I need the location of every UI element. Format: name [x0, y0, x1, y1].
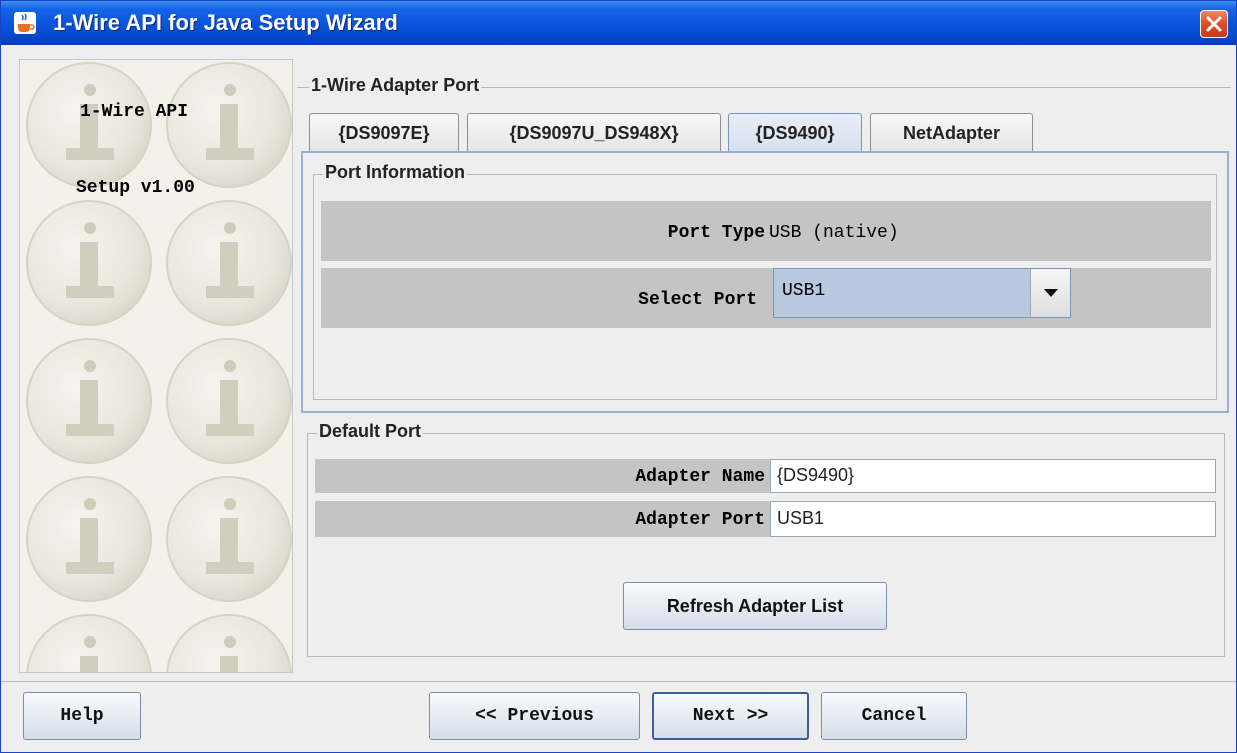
adapter-port-title: 1-Wire Adapter Port: [309, 75, 482, 96]
title-bar[interactable]: 1-Wire API for Java Setup Wizard: [1, 1, 1236, 45]
info-coin-icon: [166, 338, 292, 464]
info-coin-icon: [166, 476, 292, 602]
info-coin-icon: [26, 62, 152, 188]
adapter-port-field[interactable]: USB1: [770, 501, 1216, 537]
select-port-dropdown[interactable]: USB1: [773, 268, 1071, 318]
tab-ds9097e[interactable]: {DS9097E}: [309, 113, 459, 153]
triangle-down-icon: [1043, 289, 1058, 297]
adapter-name-field[interactable]: {DS9490}: [770, 459, 1216, 493]
tab-netadapter[interactable]: NetAdapter: [870, 113, 1033, 153]
footer-separator: [1, 681, 1236, 682]
info-coin-icon: [26, 200, 152, 326]
previous-button[interactable]: << Previous: [429, 692, 640, 740]
tab-ds9097u-ds948x[interactable]: {DS9097U_DS948X}: [467, 113, 721, 153]
port-type-value: USB (native): [769, 223, 899, 243]
setup-version-label: Setup v1.00: [76, 178, 195, 198]
info-coin-icon: [166, 62, 292, 188]
select-port-label: Select Port: [638, 290, 757, 310]
dropdown-button[interactable]: [1030, 269, 1070, 317]
default-port-title: Default Port: [317, 421, 424, 442]
port-type-label: Port Type: [667, 223, 765, 243]
cancel-button[interactable]: Cancel: [821, 692, 967, 740]
adapter-name-label: Adapter Name: [635, 467, 765, 487]
close-icon: [1206, 16, 1222, 32]
api-label: 1-Wire API: [80, 102, 189, 122]
info-coin-icon: [26, 614, 152, 672]
close-button[interactable]: [1200, 10, 1228, 38]
wizard-side-image: 1-Wire API Setup v1.00: [19, 59, 293, 673]
select-port-row: [321, 268, 1211, 328]
next-button[interactable]: Next >>: [652, 692, 809, 740]
port-type-row: [321, 201, 1211, 261]
setup-wizard-window: 1-Wire API for Java Setup Wizard 1-Wire …: [0, 0, 1237, 753]
adapter-port-label: Adapter Port: [635, 510, 765, 530]
select-port-value: USB1: [782, 281, 826, 301]
window-title: 1-Wire API for Java Setup Wizard: [53, 10, 398, 35]
refresh-adapter-list-button[interactable]: Refresh Adapter List: [623, 582, 887, 630]
port-information-title: Port Information: [323, 162, 467, 183]
tab-ds9490[interactable]: {DS9490}: [728, 113, 862, 153]
java-cup-icon: [14, 12, 36, 34]
info-coin-icon: [26, 476, 152, 602]
info-coin-icon: [166, 200, 292, 326]
info-coin-icon: [26, 338, 152, 464]
info-coin-icon: [166, 614, 292, 672]
help-button[interactable]: Help: [23, 692, 141, 740]
